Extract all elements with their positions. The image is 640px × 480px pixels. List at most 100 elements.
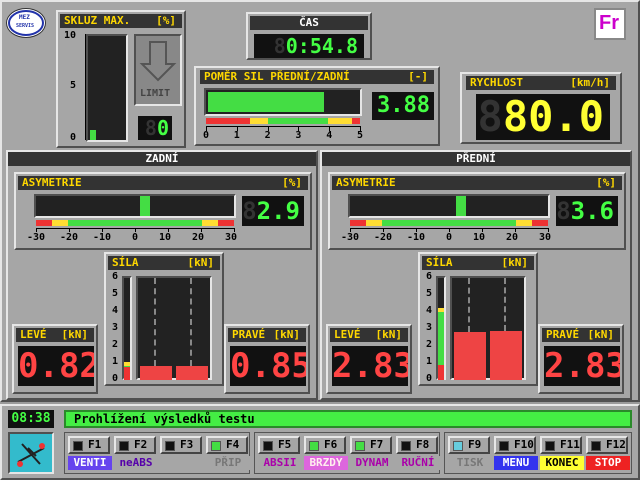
app-icon[interactable] bbox=[8, 432, 54, 474]
status-bar: Prohlížení výsledků testu bbox=[64, 410, 632, 428]
sila-title-zadni: SÍLA bbox=[112, 256, 139, 269]
asymetrie-range-yellow-right bbox=[202, 220, 218, 226]
fkey-f11-key: F11 bbox=[560, 438, 580, 451]
sila-tick-label: 6 bbox=[426, 271, 433, 282]
fkey-f12-label[interactable]: STOP bbox=[586, 456, 630, 470]
leve-title-predni: LEVÉ bbox=[334, 328, 361, 341]
sila-bar-right bbox=[176, 365, 208, 380]
fkey-f5-label[interactable]: ABSII bbox=[258, 456, 302, 470]
fkey-f5-button[interactable]: F5 bbox=[258, 436, 300, 454]
prave-title-zadni: PRAVÉ bbox=[232, 328, 266, 341]
axle-header-predni: PŘEDNÍ bbox=[322, 152, 630, 166]
fkey-f10-key: F10 bbox=[514, 438, 534, 451]
fkey-f3-button[interactable]: F3 bbox=[160, 436, 202, 454]
fkey-f9-label[interactable]: TISK bbox=[448, 456, 492, 470]
fkey-f11-label[interactable]: KONEC bbox=[540, 456, 584, 470]
pomer-range-strip bbox=[206, 118, 360, 124]
fkey-f8-button[interactable]: F8 bbox=[396, 436, 438, 454]
prave-display-predni: 2.83 bbox=[544, 346, 620, 386]
fkey-f9-button[interactable]: F9 bbox=[448, 436, 490, 454]
leve-panel-zadni: LEVÉ [kN] 0.82 bbox=[12, 324, 98, 394]
pomer-display: 3.88 bbox=[372, 92, 434, 120]
asymetrie-tick-label: 20 bbox=[506, 232, 519, 243]
pomer-header: POMĚR SIL PŘEDNÍ/ZADNÍ [-] bbox=[200, 70, 434, 84]
fkey-led-icon bbox=[119, 441, 129, 451]
sila-bar-right bbox=[490, 331, 522, 380]
asymetrie-tick-label: 20 bbox=[192, 232, 205, 243]
fkey-f7-button[interactable]: F7 bbox=[350, 436, 392, 454]
asymetrie-tick-label: -10 bbox=[407, 232, 426, 243]
asymetrie-tick-label: 30 bbox=[225, 232, 238, 243]
sila-tick-label: 4 bbox=[426, 305, 433, 316]
sila-tick-label: 5 bbox=[426, 288, 433, 299]
asymetrie-range-red-right bbox=[532, 220, 548, 226]
prave-header-predni: PRAVÉ [kN] bbox=[542, 328, 620, 342]
fkey-f3-label[interactable] bbox=[160, 456, 204, 470]
rychlost-unit: [km/h] bbox=[570, 76, 610, 89]
fkey-f1-key: F1 bbox=[88, 438, 102, 451]
sila-bar-divider bbox=[504, 278, 506, 332]
pomer-tick-label: 4 bbox=[326, 130, 333, 141]
sila-title-predni: SÍLA bbox=[426, 256, 453, 269]
skluz-bar-fill bbox=[90, 129, 96, 140]
skluz-ghost: 8 bbox=[144, 116, 157, 140]
sila-tick-label: 5 bbox=[112, 288, 119, 299]
prave-unit-zadni: [kN] bbox=[273, 328, 301, 341]
fkey-f6-key: F6 bbox=[324, 438, 338, 451]
fr-logo: Fr bbox=[594, 8, 626, 40]
skluz-limit-box: LIMIT bbox=[134, 34, 182, 106]
sila-tick-label: 3 bbox=[112, 322, 119, 333]
leve-display-zadni: 0.82 bbox=[18, 346, 94, 386]
prave-title-predni: PRAVÉ bbox=[546, 328, 580, 341]
clock-value: 08:38 bbox=[11, 411, 51, 426]
prave-value-zadni: 0.85 bbox=[230, 346, 306, 386]
fkey-f7-label[interactable]: DYNAM bbox=[350, 456, 394, 470]
fkey-f8-label[interactable]: RUČNÍ bbox=[396, 456, 440, 470]
fkey-f12-button[interactable]: F12 bbox=[586, 436, 628, 454]
fkey-f1-label[interactable]: VENTI bbox=[68, 456, 112, 470]
cas-panel: ČAS 80:54.8 bbox=[246, 12, 372, 60]
asymetrie-tick-label: -30 bbox=[27, 232, 46, 243]
fkey-f1-button[interactable]: F1 bbox=[68, 436, 110, 454]
fkey-led-icon bbox=[453, 441, 463, 451]
pomer-tick-label: 1 bbox=[233, 130, 240, 141]
pomer-tick-label: 3 bbox=[295, 130, 302, 141]
fkey-f6-button[interactable]: F6 bbox=[304, 436, 346, 454]
clock-display: 08:38 bbox=[8, 410, 54, 428]
fkey-f9-key: F9 bbox=[468, 438, 482, 451]
fkey-f4-button[interactable]: F4 bbox=[206, 436, 248, 454]
asymetrie-ghost-predni: 8 bbox=[556, 197, 571, 225]
fkey-led-icon bbox=[355, 441, 365, 451]
sila-tick-label: 0 bbox=[112, 373, 119, 384]
fkey-f2-button[interactable]: F2 bbox=[114, 436, 156, 454]
prave-panel-zadni: PRAVÉ [kN] 0.85 bbox=[224, 324, 310, 394]
fkey-f4-label[interactable]: PŘIP bbox=[206, 456, 250, 470]
fkey-led-icon bbox=[545, 441, 555, 451]
asymetrie-unit-zadni: [%] bbox=[282, 176, 302, 189]
asymetrie-tick-label: 10 bbox=[473, 232, 486, 243]
leve-header-zadni: LEVÉ [kN] bbox=[16, 328, 94, 342]
sila-tick-label: 0 bbox=[426, 373, 433, 384]
sila-unit-zadni: [kN] bbox=[187, 256, 215, 269]
sila-tick-label: 2 bbox=[426, 339, 433, 350]
fkey-f10-label[interactable]: MENU bbox=[494, 456, 538, 470]
fkey-f6-label[interactable]: BRZDY bbox=[304, 456, 348, 470]
asymetrie-range-strip-predni bbox=[350, 220, 548, 226]
asymetrie-header-predni: ASYMETRIE [%] bbox=[332, 176, 622, 190]
prave-display-zadni: 0.85 bbox=[230, 346, 306, 386]
fkey-f2-label[interactable]: neABS bbox=[114, 456, 158, 470]
fkey-led-icon bbox=[263, 441, 273, 451]
sila-tick-label: 4 bbox=[112, 305, 119, 316]
skluz-panel: SKLUZ MAX. [%] 10 5 0 LIMIT 80 bbox=[56, 10, 186, 148]
fkey-f7-key: F7 bbox=[370, 438, 384, 451]
asymetrie-header-zadni: ASYMETRIE [%] bbox=[18, 176, 308, 190]
leve-value-zadni: 0.82 bbox=[18, 346, 94, 386]
rychlost-header: RYCHLOST [km/h] bbox=[466, 76, 616, 90]
fkey-f11-button[interactable]: F11 bbox=[540, 436, 582, 454]
rychlost-title: RYCHLOST bbox=[470, 76, 523, 89]
skluz-limit-label: LIMIT bbox=[140, 88, 171, 99]
fkey-f10-button[interactable]: F10 bbox=[494, 436, 536, 454]
pomer-range-green bbox=[268, 118, 328, 124]
cas-title: ČAS bbox=[299, 16, 319, 29]
fkey-led-icon bbox=[401, 441, 411, 451]
